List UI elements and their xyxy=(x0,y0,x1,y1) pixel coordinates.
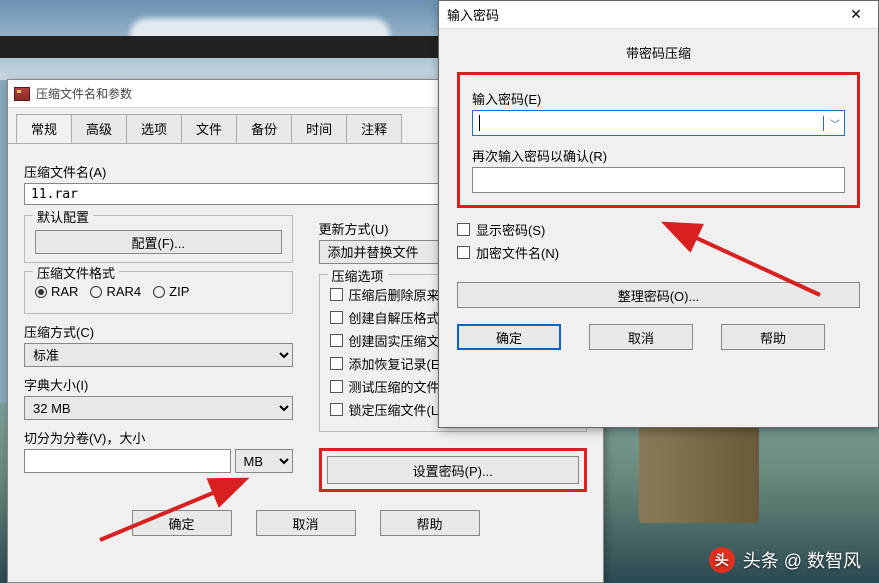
tab-comment[interactable]: 注释 xyxy=(346,114,402,143)
show-password-checkbox[interactable]: 显示密码(S) xyxy=(457,218,860,241)
password-input[interactable]: ﹀ xyxy=(472,110,845,136)
tab-options[interactable]: 选项 xyxy=(126,114,182,143)
archive-dialog-title: 压缩文件名和参数 xyxy=(36,85,132,102)
profile-button[interactable]: 配置(F)... xyxy=(35,230,282,254)
close-icon[interactable]: ✕ xyxy=(842,5,870,25)
password-confirm-input[interactable] xyxy=(472,167,845,193)
split-unit-select[interactable]: MB xyxy=(235,449,293,473)
desktop-taskbar xyxy=(0,36,438,58)
tab-advanced[interactable]: 高级 xyxy=(71,114,127,143)
password-confirm-label: 再次输入密码以确认(R) xyxy=(472,146,845,165)
password-fields-highlight: 输入密码(E) ﹀ 再次输入密码以确认(R) xyxy=(457,72,860,208)
tab-time[interactable]: 时间 xyxy=(291,114,347,143)
dict-label: 字典大小(I) xyxy=(24,375,293,394)
dict-select[interactable]: 32 MB xyxy=(24,396,293,420)
chevron-down-icon[interactable]: ﹀ xyxy=(823,116,840,131)
dlg2-cancel-button[interactable]: 取消 xyxy=(589,324,693,350)
encrypt-filenames-checkbox[interactable]: 加密文件名(N) xyxy=(457,241,860,264)
dlg1-ok-button[interactable]: 确定 xyxy=(132,510,232,536)
profile-group-label: 默认配置 xyxy=(33,207,93,226)
watermark-icon: 头 xyxy=(709,547,735,573)
dlg1-cancel-button[interactable]: 取消 xyxy=(256,510,356,536)
dlg1-help-button[interactable]: 帮助 xyxy=(380,510,480,536)
password-dialog: 输入密码 ✕ 带密码压缩 输入密码(E) ﹀ 再次输入密码以确认(R) 显示密码… xyxy=(438,0,879,428)
password-label: 输入密码(E) xyxy=(472,89,845,108)
set-password-button[interactable]: 设置密码(P)... xyxy=(327,456,580,484)
format-rar4[interactable]: RAR4 xyxy=(90,284,141,299)
method-select[interactable]: 标准 xyxy=(24,343,293,367)
tab-backup[interactable]: 备份 xyxy=(236,114,292,143)
format-zip[interactable]: ZIP xyxy=(153,284,189,299)
format-group-label: 压缩文件格式 xyxy=(33,263,119,282)
dlg2-help-button[interactable]: 帮助 xyxy=(721,324,825,350)
watermark: 头 头条 @ 数智风 xyxy=(709,547,861,573)
password-dialog-subtitle: 带密码压缩 xyxy=(439,29,878,72)
compress-opts-label: 压缩选项 xyxy=(328,266,388,285)
set-password-highlight: 设置密码(P)... xyxy=(319,448,588,492)
organize-passwords-button[interactable]: 整理密码(O)... xyxy=(457,282,860,308)
tab-files[interactable]: 文件 xyxy=(181,114,237,143)
password-dialog-titlebar[interactable]: 输入密码 ✕ xyxy=(439,1,878,29)
format-rar[interactable]: RAR xyxy=(35,284,78,299)
split-size-input[interactable] xyxy=(24,449,231,473)
watermark-text: 头条 @ 数智风 xyxy=(743,547,861,573)
split-label: 切分为分卷(V)，大小 xyxy=(24,428,293,447)
password-dialog-title: 输入密码 xyxy=(447,5,499,24)
dlg2-ok-button[interactable]: 确定 xyxy=(457,324,561,350)
method-label: 压缩方式(C) xyxy=(24,322,293,341)
tab-general[interactable]: 常规 xyxy=(16,114,72,143)
winrar-icon xyxy=(14,87,30,101)
